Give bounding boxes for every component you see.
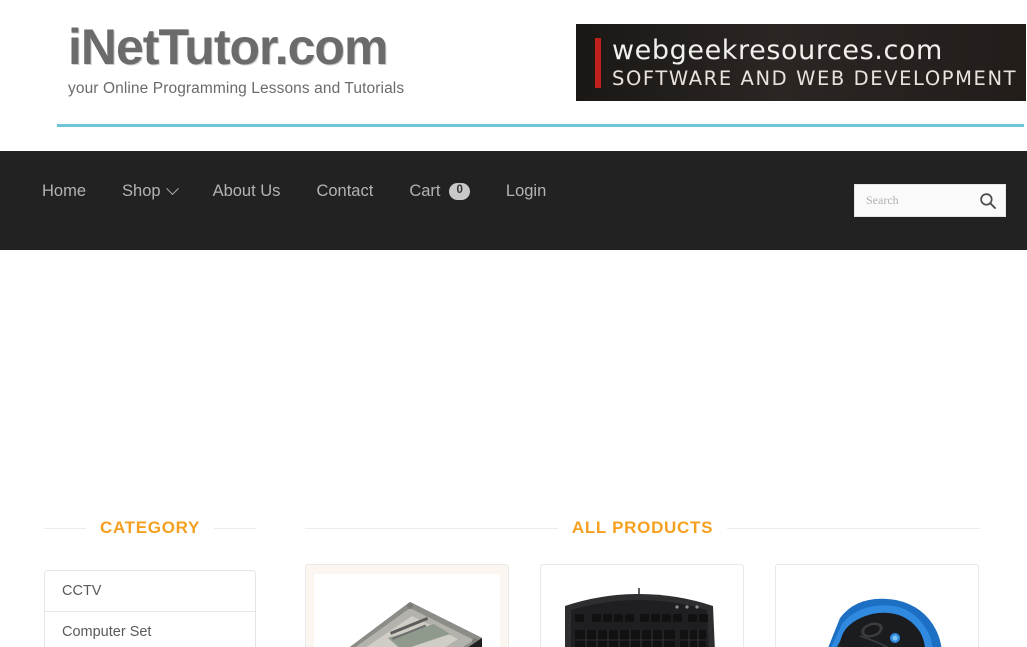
search-input[interactable] (855, 185, 973, 216)
cart-count-badge: 0 (449, 183, 470, 200)
product-card[interactable]: hard drive 300.5 Category: Hard Disk Vie… (305, 564, 509, 647)
nav-item-shop[interactable]: Shop (122, 182, 179, 201)
search-button[interactable] (979, 192, 997, 210)
nav-item-label: Cart (409, 182, 441, 200)
mouse-image (784, 574, 970, 647)
nav-item-login[interactable]: Login (506, 182, 546, 201)
product-grid: hard drive 300.5 Category: Hard Disk Vie… (305, 564, 981, 647)
advertisement-banner[interactable]: webgeekresources.com SOFTWARE AND WEB DE… (576, 24, 1026, 101)
nav-item-label: Shop (122, 182, 161, 200)
chevron-down-icon (165, 182, 179, 196)
nav-item-label: Contact (316, 182, 374, 200)
heading-rule-left (44, 527, 86, 529)
brand-tagline: your Online Programming Lessons and Tuto… (68, 80, 405, 97)
brand-title: iNetTutor.com (68, 19, 388, 75)
category-list: CCTV Computer Set Hard Disk Keyboard Lap… (44, 570, 256, 647)
search-box[interactable] (854, 184, 1006, 217)
hard-drive-image (314, 574, 500, 647)
products-heading-label: ALL PRODUCTS (571, 518, 714, 537)
nav-item-label: About Us (212, 182, 281, 200)
nav-item-home[interactable]: Home (42, 182, 86, 201)
sidebar-item-computer-set[interactable]: Computer Set (45, 612, 255, 647)
main-content: CATEGORY ALL PRODUCTS CCTV Computer Set … (0, 250, 1027, 647)
search-icon (980, 193, 996, 209)
heading-rule-left (305, 527, 558, 529)
main-navigation: Home Shop About Us Contact Cart 0 Login (0, 151, 1027, 250)
ad-title: webgeekresources.com (612, 35, 943, 66)
nav-links: Home Shop About Us Contact Cart 0 Login (42, 182, 546, 201)
category-section-heading: CATEGORY (44, 518, 257, 538)
ad-subtitle: SOFTWARE AND WEB DEVELOPMENT (612, 67, 1018, 90)
keyboard-image (549, 574, 735, 647)
heading-rule-right (214, 527, 257, 529)
category-heading-label: CATEGORY (99, 518, 201, 537)
ad-accent-bar (595, 38, 601, 88)
nav-item-contact[interactable]: Contact (316, 182, 373, 201)
site-logo[interactable]: iNetTutor.com your Online Programming Le… (68, 22, 404, 98)
header-divider (57, 124, 1024, 127)
nav-item-label: Login (505, 182, 547, 200)
sidebar-item-cctv[interactable]: CCTV (45, 571, 255, 612)
product-card[interactable]: mouse 155 Category: Mouse View Details (775, 564, 979, 647)
products-section-heading: ALL PRODUCTS (305, 518, 981, 538)
heading-rule-right (727, 527, 981, 529)
nav-item-label: Home (42, 182, 87, 200)
nav-item-cart[interactable]: Cart 0 (409, 182, 470, 201)
product-card[interactable]: keyboard 355 Category: Keyboard View Det… (540, 564, 744, 647)
nav-item-about-us[interactable]: About Us (213, 182, 281, 201)
site-header: iNetTutor.com your Online Programming Le… (0, 0, 1027, 151)
